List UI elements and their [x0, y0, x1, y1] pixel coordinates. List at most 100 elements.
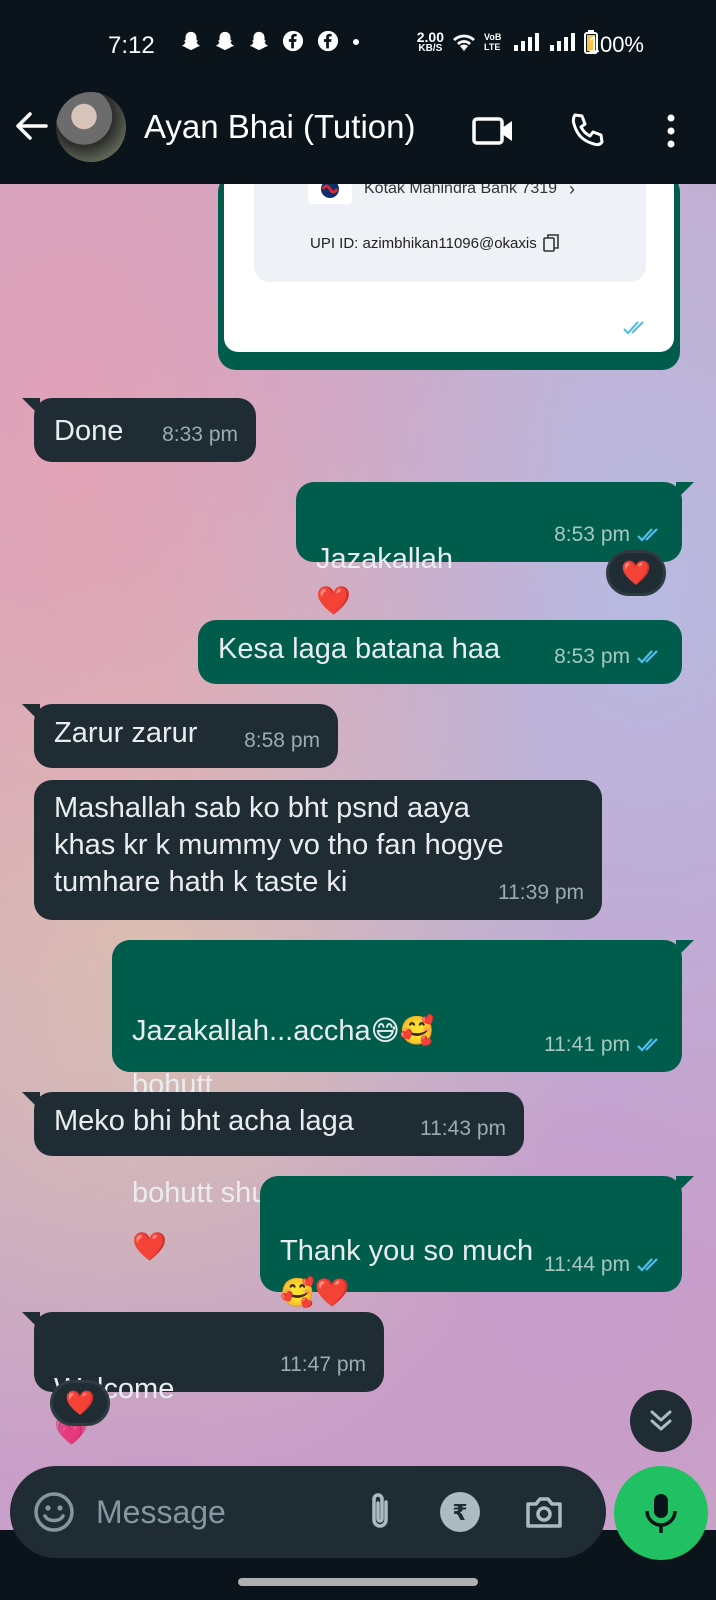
message-text-content: Thank you so much — [280, 1235, 534, 1267]
message-text: Thank you so much 🥰❤️ — [280, 1188, 533, 1314]
scroll-to-bottom-button[interactable] — [630, 1390, 692, 1452]
bank-row[interactable]: Kotak Mahindra Bank 7319 › — [308, 184, 575, 204]
voice-message-button[interactable] — [614, 1466, 708, 1560]
double-check-icon — [637, 1258, 658, 1272]
payment-bank-panel: Kotak Mahindra Bank 7319 › UPI ID: azimb… — [254, 184, 646, 282]
camera-button[interactable] — [522, 1490, 566, 1539]
snapchat-icon — [215, 31, 235, 51]
message-text: Meko bhi bht acha laga — [54, 1105, 354, 1137]
smiley-icon — [34, 1492, 74, 1532]
contact-avatar[interactable] — [56, 92, 126, 162]
message-bubble-incoming[interactable]: Zarur zarur 8:58 pm — [22, 704, 338, 768]
message-time: 8:53 pm — [554, 523, 630, 546]
message-meta: 8:26 pm — [540, 316, 650, 340]
double-check-icon — [637, 650, 658, 664]
message-text-content: Jazakallah...accha — [132, 1015, 371, 1047]
bubble-tail — [676, 1176, 694, 1194]
message-meta: 8:58 pm — [244, 720, 320, 762]
message-meta: 11:39 pm — [498, 872, 584, 914]
message-reaction[interactable]: ❤️ — [50, 1380, 110, 1426]
message-bubble-incoming[interactable]: Meko bhi bht acha laga 11:43 pm — [22, 1092, 524, 1156]
chat-header: Ayan Bhai (Tution) — [0, 92, 716, 184]
payment-card: Kotak Mahindra Bank 7319 › UPI ID: azimb… — [224, 184, 674, 352]
back-button[interactable] — [14, 108, 50, 151]
snapchat-icon — [250, 31, 269, 51]
wifi-icon — [453, 34, 475, 51]
message-reaction[interactable]: ❤️ — [606, 550, 666, 596]
message-time: 11:47 pm — [280, 1353, 366, 1376]
message-time: 11:43 pm — [420, 1117, 506, 1140]
facebook-icon — [283, 30, 304, 52]
message-time: 8:58 pm — [244, 729, 320, 752]
more-vertical-icon — [667, 114, 675, 148]
attach-button[interactable] — [362, 1490, 398, 1539]
voice-call-button[interactable] — [562, 106, 612, 156]
status-right: 2.00 KB/S VoB LTE — [417, 30, 598, 54]
copy-icon[interactable] — [542, 234, 559, 252]
message-composer: Message ₹ — [10, 1466, 606, 1558]
message-text: Mashallah sab ko bht psnd aaya khas kr k… — [54, 792, 504, 898]
message-text: Zarur zarur — [54, 717, 198, 749]
message-time: 8:53 pm — [554, 645, 630, 668]
message-time: 11:39 pm — [498, 881, 584, 904]
message-time: 8:26 pm — [540, 316, 616, 339]
paperclip-icon — [372, 1493, 388, 1528]
bubble-tail — [22, 398, 40, 416]
battery-percent: 100% — [587, 32, 644, 57]
network-speed-unit: KB/S — [418, 43, 443, 54]
message-bubble-incoming[interactable]: Mashallah sab ko bht psnd aaya khas kr k… — [34, 780, 602, 920]
emoji-button[interactable] — [32, 1490, 76, 1539]
message-bubble-incoming[interactable]: Done 8:33 pm — [22, 398, 256, 462]
message-text: Done — [54, 415, 124, 447]
message-text: Kesa laga batana haa — [218, 633, 501, 665]
bank-name: Kotak Mahindra Bank 7319 — [364, 184, 558, 197]
signal-icon — [514, 33, 539, 51]
smiling-hearts-emoji: 🥰❤️ — [280, 1277, 350, 1308]
dot-icon — [352, 39, 359, 45]
chevron-double-down-icon — [650, 1410, 672, 1431]
notification-icons — [180, 30, 361, 58]
rupee-icon: ₹ — [440, 1492, 480, 1532]
message-meta: 11:47 pm — [280, 1344, 366, 1386]
chat-messages-area[interactable]: Kotak Mahindra Bank 7319 › UPI ID: azimb… — [0, 184, 716, 1530]
arrow-left-icon — [16, 112, 48, 140]
message-time: 11:44 pm — [544, 1253, 630, 1276]
volte-badge: VoB LTE — [484, 32, 502, 52]
message-time: 8:33 pm — [162, 423, 238, 446]
microphone-icon — [645, 1494, 677, 1533]
sweat-smile-emoji: 😅🥰 — [370, 1015, 435, 1046]
message-meta: 11:43 pm — [420, 1108, 506, 1150]
snapchat-icon — [181, 31, 201, 51]
message-bubble-outgoing[interactable]: Jazakallah...accha😅🥰 bohutt bohutt shukr… — [112, 940, 694, 1262]
status-bar: 7:12 2.00 KB/S VoB LTE 100% — [0, 0, 716, 92]
red-heart-emoji: ❤️ — [316, 585, 351, 616]
red-heart-emoji: ❤️ — [132, 1231, 167, 1262]
status-time: 7:12 — [108, 32, 155, 59]
payment-button[interactable]: ₹ — [438, 1490, 482, 1539]
video-camera-icon — [472, 117, 512, 145]
video-call-button[interactable] — [468, 106, 518, 156]
message-meta: 11:41 pm — [544, 1024, 664, 1066]
home-gesture-bar[interactable] — [238, 1578, 478, 1586]
message-text: Jazakallah ❤️ — [316, 496, 453, 622]
message-meta: 11:44 pm — [544, 1244, 664, 1286]
message-text-content: Jazakallah — [316, 543, 454, 575]
bubble-tail — [676, 482, 694, 500]
bubble-tail — [22, 1092, 40, 1110]
phone-icon — [571, 113, 604, 147]
network-speed: 2.00 KB/S — [417, 30, 444, 54]
more-options-button[interactable] — [646, 106, 696, 156]
double-check-icon — [623, 321, 644, 335]
bubble-tail — [22, 1312, 40, 1330]
double-check-icon — [637, 1038, 658, 1052]
message-bubble-outgoing[interactable]: Thank you so much 🥰❤️ 11:44 pm — [260, 1176, 694, 1308]
message-input[interactable]: Message — [96, 1490, 226, 1534]
bubble-tail — [676, 940, 694, 958]
message-bubble-outgoing[interactable]: Kesa laga batana haa 8:53 pm — [198, 620, 682, 684]
payment-message[interactable]: Kotak Mahindra Bank 7319 › UPI ID: azimb… — [218, 184, 680, 370]
message-meta: 8:53 pm — [554, 636, 664, 678]
contact-name[interactable]: Ayan Bhai (Tution) — [144, 109, 415, 145]
upi-row: UPI ID: azimbhikan11096@okaxis — [310, 234, 559, 252]
kotak-logo-icon — [308, 184, 352, 204]
svg-text:₹: ₹ — [452, 1501, 467, 1526]
